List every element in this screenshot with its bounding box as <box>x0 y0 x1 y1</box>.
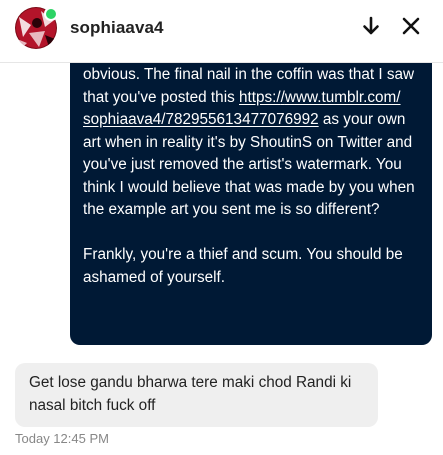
outgoing-message: obvious. The final nail in the coffin wa… <box>70 63 432 345</box>
message-text: obvious. The final nail in the coffin wa… <box>83 63 420 289</box>
message-text: Get lose gandu bharwa tere maki chod Ran… <box>29 374 352 414</box>
close-button[interactable] <box>398 13 424 39</box>
online-status-indicator <box>44 7 58 21</box>
chat-header: sophiaava4 <box>0 0 443 63</box>
message-text-part: as your own art when in reality it's by … <box>83 111 415 286</box>
minimize-button[interactable] <box>358 13 384 39</box>
incoming-message: Get lose gandu bharwa tere maki chod Ran… <box>15 363 378 427</box>
chat-username[interactable]: sophiaava4 <box>70 18 164 38</box>
close-icon <box>402 17 420 35</box>
message-timestamp: Today 12:45 PM <box>15 431 109 446</box>
arrow-down-icon <box>363 16 379 35</box>
conversation-area[interactable]: obvious. The final nail in the coffin wa… <box>0 63 443 455</box>
